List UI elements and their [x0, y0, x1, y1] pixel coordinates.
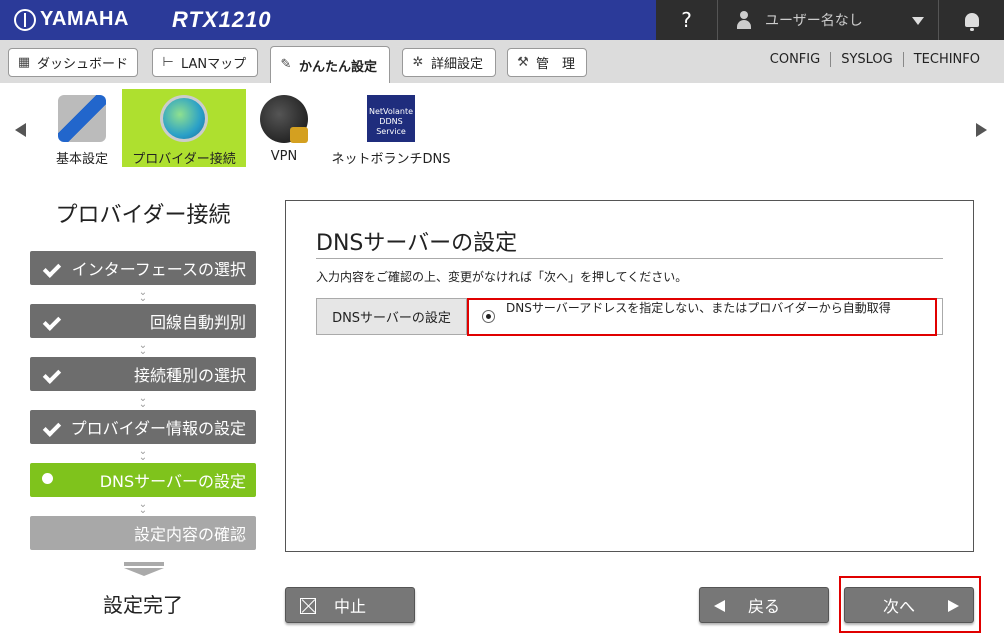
tab-label: 管 理	[536, 57, 576, 72]
config-link[interactable]: CONFIG	[760, 52, 830, 67]
highlight-box	[467, 298, 937, 336]
page-title: DNSサーバーの設定	[316, 231, 518, 256]
current-step-dot-icon	[42, 473, 53, 484]
step-provider-info: プロバイダー情報の設定	[30, 410, 256, 444]
brand-name: YAMAHA	[40, 8, 129, 30]
wizard-basic-settings[interactable]: 基本設定	[44, 89, 120, 167]
tab-label: かんたん設定	[299, 59, 378, 75]
step-label: DNSサーバーの設定	[99, 472, 246, 491]
wizard-label: 基本設定	[55, 152, 108, 167]
wand-icon: ✎	[280, 57, 292, 72]
tools-icon	[58, 95, 106, 142]
cancel-button[interactable]: 中止	[285, 587, 415, 623]
chevron-down-icon: ⌄ ⌄	[138, 287, 148, 304]
check-icon	[40, 313, 60, 327]
wizard-label: ネットボランチDNS	[331, 152, 451, 167]
step-label: 設定内容の確認	[133, 525, 246, 544]
tab-management[interactable]: ⚒ 管 理	[507, 48, 587, 77]
techinfo-link[interactable]: TECHINFO	[902, 52, 990, 67]
main-tab-bar: ▦ ダッシュボード ⊢ LANマップ ✎ かんたん設定 ✲ 詳細設定 ⚒ 管 理…	[0, 40, 1004, 83]
user-name: ユーザー名なし	[765, 13, 863, 29]
step-label: 接続種別の選択	[133, 366, 246, 385]
tab-label: LANマップ	[181, 57, 247, 72]
user-menu[interactable]: ユーザー名なし	[719, 0, 939, 40]
tab-dashboard[interactable]: ▦ ダッシュボード	[8, 48, 138, 77]
check-icon	[40, 419, 60, 433]
step-interface-select: インターフェースの選択	[30, 251, 256, 285]
settings-panel: DNSサーバーの設定 入力内容をご確認の上、変更がなければ「次へ」を押してくださ…	[285, 200, 974, 552]
globe-icon	[160, 95, 208, 142]
bell-icon	[965, 13, 979, 31]
wizard-label: VPN	[270, 149, 298, 164]
syslog-link[interactable]: SYSLOG	[830, 52, 903, 67]
steps-title: プロバイダー接続	[55, 203, 231, 228]
highlight-box	[839, 576, 981, 633]
close-icon	[300, 598, 316, 614]
title-divider	[316, 258, 943, 259]
chevron-down-icon: ⌄ ⌄	[138, 393, 148, 410]
tab-advanced-settings[interactable]: ✲ 詳細設定	[402, 48, 496, 77]
back-button[interactable]: 戻る	[699, 587, 829, 623]
check-icon	[40, 366, 60, 380]
tab-easy-setup[interactable]: ✎ かんたん設定	[270, 46, 390, 83]
wizard-netvolante-dns[interactable]: NetVolante DDNS Service ネットボランチDNS	[330, 89, 452, 167]
wizard-label: プロバイダー接続	[132, 152, 236, 167]
model-name: RTX1210	[172, 7, 272, 32]
chevron-down-icon: ⌄ ⌄	[138, 340, 148, 357]
arrow-left-icon	[714, 600, 725, 612]
wizard-provider-connection[interactable]: プロバイダー接続	[122, 89, 246, 167]
step-connection-type: 接続種別の選択	[30, 357, 256, 391]
step-dns-server: DNSサーバーの設定	[30, 463, 256, 497]
step-label: プロバイダー情報の設定	[70, 419, 246, 438]
check-icon	[40, 260, 60, 274]
cancel-label: 中止	[333, 597, 366, 616]
step-confirm: 設定内容の確認	[30, 516, 256, 550]
lan-map-icon: ⊢	[162, 54, 174, 70]
step-label: 回線自動判別	[149, 313, 246, 332]
system-links: CONFIG SYSLOG TECHINFO	[760, 52, 990, 67]
arrow-down-icon	[124, 562, 164, 578]
chevron-down-icon: ⌄ ⌄	[138, 499, 148, 516]
dashboard-icon: ▦	[17, 54, 31, 70]
wizard-selector: 基本設定 プロバイダー接続 VPN NetVolante DDNS Servic…	[0, 83, 1004, 173]
notification-button[interactable]	[940, 0, 1004, 40]
scroll-left-icon[interactable]	[15, 123, 26, 137]
yamaha-emblem-icon	[14, 8, 36, 31]
step-label: インターフェースの選択	[71, 260, 246, 279]
tab-lan-map[interactable]: ⊢ LANマップ	[152, 48, 258, 77]
ddns-icon: NetVolante DDNS Service	[367, 95, 415, 142]
chevron-down-icon	[912, 17, 924, 25]
help-button[interactable]: ?	[656, 0, 718, 40]
back-label: 戻る	[747, 597, 780, 616]
chevron-down-icon: ⌄ ⌄	[138, 446, 148, 463]
yamaha-logo: YAMAHA	[14, 8, 129, 31]
help-icon: ?	[681, 8, 692, 32]
setup-complete-label: 設定完了	[103, 593, 183, 617]
tab-label: 詳細設定	[431, 57, 484, 72]
instruction-text: 入力内容をご確認の上、変更がなければ「次へ」を押してください。	[316, 270, 688, 284]
wizard-vpn[interactable]: VPN	[258, 89, 310, 167]
wrench-icon: ⚒	[517, 54, 529, 70]
step-line-auto-detect: 回線自動判別	[30, 304, 256, 338]
vpn-lock-icon	[260, 95, 308, 143]
dns-setting-label: DNSサーバーの設定	[317, 299, 467, 334]
tab-label: ダッシュボード	[37, 57, 129, 72]
scroll-right-icon[interactable]	[976, 123, 987, 137]
top-header: YAMAHA RTX1210 ? ユーザー名なし	[0, 0, 1004, 40]
user-icon	[737, 11, 751, 29]
gear-icon: ✲	[412, 54, 424, 70]
